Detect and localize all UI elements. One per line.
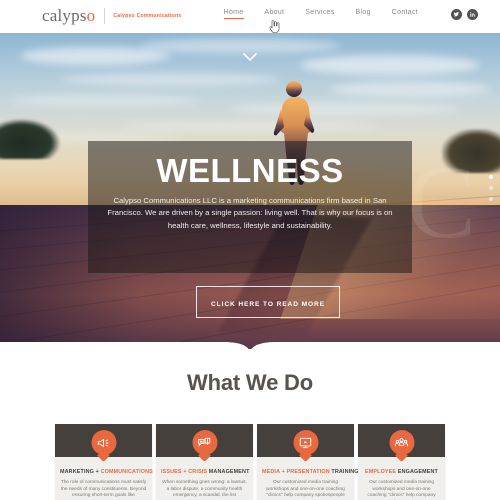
section-title: What We Do <box>187 370 313 395</box>
card-title-part1: MEDIA + PRESENTATION <box>262 469 332 475</box>
card-description: The role of communications must satisfy … <box>60 480 147 499</box>
logo-wordmark: calypso <box>42 7 95 25</box>
tree-silhouette <box>0 119 60 159</box>
card-title: EMPLOYEE ENGAGEMENT <box>363 469 440 476</box>
slider-pagination <box>489 175 493 201</box>
cloud <box>300 55 480 75</box>
service-cards: MARKETING + COMMUNICATIONS The role of c… <box>0 424 500 500</box>
card-title: MARKETING + COMMUNICATIONS <box>60 469 153 476</box>
presentation-screen-icon <box>293 430 318 455</box>
read-more-button[interactable]: CLICK HERE TO READ MORE <box>196 286 340 318</box>
service-card-media-training[interactable]: MEDIA + PRESENTATION TRAINING Our custom… <box>257 424 359 500</box>
chevron-down-icon[interactable] <box>243 39 257 62</box>
card-description: When something goes wrong: a lawsuit, a … <box>162 480 247 499</box>
page-root: calypso Calypso Communications Home Abou… <box>0 0 500 500</box>
hero-title: WELLNESS <box>156 152 344 189</box>
read-more-label: CLICK HERE TO READ MORE <box>211 301 325 308</box>
hero-bottom-notch <box>0 320 500 349</box>
card-body: ISSUES + CRISIS MANAGEMENT When somethin… <box>156 457 253 500</box>
cloud <box>20 47 170 65</box>
card-description: Our customized media training workshops … <box>367 480 436 500</box>
logo-text: calyps <box>42 6 87 25</box>
brand-divider <box>104 8 106 24</box>
nav-item-about[interactable]: About <box>265 9 285 19</box>
cloud <box>10 95 200 106</box>
cloud <box>120 121 380 131</box>
logo-accent-letter: o <box>86 6 96 25</box>
card-title-part2: COMMUNICATIONS <box>100 469 153 475</box>
service-card-crisis[interactable]: ISSUES + CRISIS MANAGEMENT When somethin… <box>156 424 253 500</box>
card-title-part1: ISSUES + CRISIS <box>161 469 209 475</box>
card-description: Our customized media training workshops … <box>266 480 345 499</box>
social-links <box>451 9 478 20</box>
slider-dot-2[interactable] <box>489 186 493 190</box>
nav-item-services[interactable]: Services <box>305 9 334 19</box>
hero-text-panel: WELLNESS Calypso Communications LLC is a… <box>88 141 412 273</box>
calypso-watermark: C <box>406 145 476 260</box>
cloud <box>330 81 490 97</box>
card-header <box>358 424 445 457</box>
card-body: EMPLOYEE ENGAGEMENT Our customized media… <box>358 457 445 500</box>
megaphone-icon <box>91 430 116 455</box>
service-card-marketing[interactable]: MARKETING + COMMUNICATIONS The role of c… <box>55 424 153 500</box>
card-title-part1: EMPLOYEE <box>365 469 398 475</box>
crisis-icon <box>192 430 217 455</box>
nav-item-blog[interactable]: Blog <box>356 9 371 19</box>
people-group-icon <box>389 430 414 455</box>
card-body: MEDIA + PRESENTATION TRAINING Our custom… <box>257 457 359 500</box>
hero-description: Calypso Communications LLC is a marketin… <box>107 196 393 230</box>
card-title-part2: ENGAGEMENT <box>397 469 438 475</box>
card-title-part1: MARKETING + <box>60 469 101 475</box>
cloud <box>140 39 340 53</box>
brand-logo[interactable]: calypso Calypso Communications <box>42 7 181 25</box>
card-body: MARKETING + COMMUNICATIONS The role of c… <box>55 457 153 500</box>
main-navigation: Home About Services Blog Contact <box>223 9 418 19</box>
slider-dot-1[interactable] <box>489 175 493 179</box>
brand-tagline: Calypso Communications <box>113 13 182 19</box>
card-header <box>55 424 152 457</box>
mouse-cursor <box>269 20 280 33</box>
card-title: ISSUES + CRISIS MANAGEMENT <box>161 469 250 476</box>
card-title-part2: MANAGEMENT <box>208 469 250 475</box>
card-header <box>156 424 253 457</box>
card-header <box>257 424 354 457</box>
cloud <box>60 73 280 86</box>
slider-dot-3[interactable] <box>489 197 493 201</box>
linkedin-icon[interactable] <box>467 9 478 20</box>
site-header: calypso Calypso Communications Home Abou… <box>0 0 500 33</box>
service-card-employee-engagement[interactable]: EMPLOYEE ENGAGEMENT Our customized media… <box>358 424 445 500</box>
nav-item-contact[interactable]: Contact <box>392 9 418 19</box>
twitter-icon[interactable] <box>451 9 462 20</box>
hero-slider: C WELLNESS Calypso Communications LLC is… <box>0 33 500 349</box>
cloud <box>230 103 460 115</box>
card-title: MEDIA + PRESENTATION TRAINING <box>262 469 359 476</box>
nav-item-home[interactable]: Home <box>223 9 244 19</box>
card-title-part2: TRAINING <box>331 469 359 475</box>
